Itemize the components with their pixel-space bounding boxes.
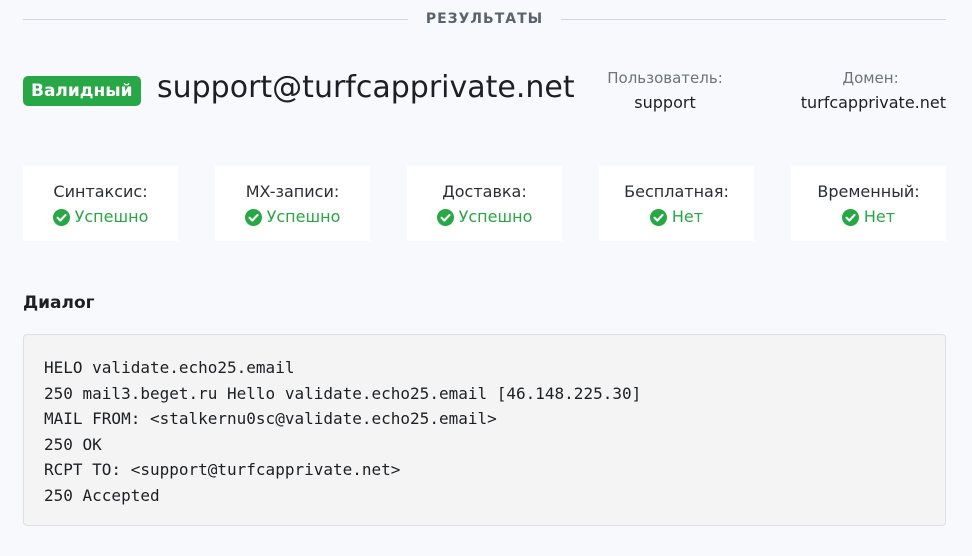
- check-value-text: Нет: [671, 207, 704, 226]
- check-value-text: Нет: [863, 207, 896, 226]
- check-circle-icon: [436, 208, 454, 226]
- check-value: Успешно: [215, 207, 370, 227]
- check-circle-icon: [52, 208, 70, 226]
- user-label: Пользователь:: [607, 69, 723, 87]
- check-label: Синтаксис:: [53, 182, 148, 201]
- domain-info: Домен: turfcapprivate.net: [775, 68, 946, 113]
- user-info: Пользователь: support: [595, 68, 735, 113]
- check-value: Нет: [599, 207, 754, 227]
- divider-left: [23, 18, 408, 20]
- smtp-dialog-log: HELO validate.echo25.email 250 mail3.beg…: [23, 334, 946, 526]
- dialog-title: Диалог: [23, 293, 95, 313]
- check-cards: Синтаксис: Успешно MX-записи: Успешно До…: [23, 166, 946, 241]
- check-value-text: Успешно: [74, 207, 149, 226]
- results-section-header: РЕЗУЛЬТАТЫ: [23, 0, 946, 38]
- check-value: Нет: [791, 207, 946, 227]
- dialog-line: RCPT TO: <support@turfcapprivate.net>: [44, 460, 401, 479]
- dialog-line: MAIL FROM: <stalkernu0sc@validate.echo25…: [44, 409, 497, 428]
- check-card-delivery: Доставка: Успешно: [407, 166, 562, 241]
- checked-email: support@turfcapprivate.net: [157, 70, 575, 105]
- check-value: Успешно: [23, 207, 178, 227]
- check-value: Успешно: [407, 207, 562, 227]
- check-card-syntax: Синтаксис: Успешно: [23, 166, 178, 241]
- check-card-free: Бесплатная: Нет: [599, 166, 754, 241]
- check-card-mx: MX-записи: Успешно: [215, 166, 370, 241]
- domain-label: Домен:: [842, 69, 899, 87]
- dialog-line: 250 OK: [44, 434, 102, 454]
- check-value-text: Успешно: [458, 207, 533, 226]
- check-circle-icon: [841, 208, 859, 226]
- domain-value: turfcapprivate.net: [800, 93, 946, 112]
- result-summary: Валидный support@turfcapprivate.net Поль…: [23, 68, 946, 116]
- divider-right: [561, 18, 946, 20]
- dialog-line: 250 mail3.beget.ru Hello validate.echo25…: [44, 383, 642, 403]
- check-value-text: Успешно: [266, 207, 341, 226]
- check-circle-icon: [649, 208, 667, 226]
- check-circle-icon: [244, 208, 262, 226]
- user-value: support: [634, 93, 696, 112]
- check-label: Временный:: [817, 182, 920, 201]
- dialog-line: 250 Accepted: [44, 485, 160, 505]
- section-title: РЕЗУЛЬТАТЫ: [425, 11, 544, 27]
- check-label: MX-записи:: [245, 182, 340, 201]
- check-card-temporary: Временный: Нет: [791, 166, 946, 241]
- check-label: Бесплатная:: [624, 182, 729, 201]
- dialog-line: HELO validate.echo25.email: [44, 358, 295, 377]
- check-label: Доставка:: [442, 182, 527, 201]
- status-badge: Валидный: [23, 76, 141, 106]
